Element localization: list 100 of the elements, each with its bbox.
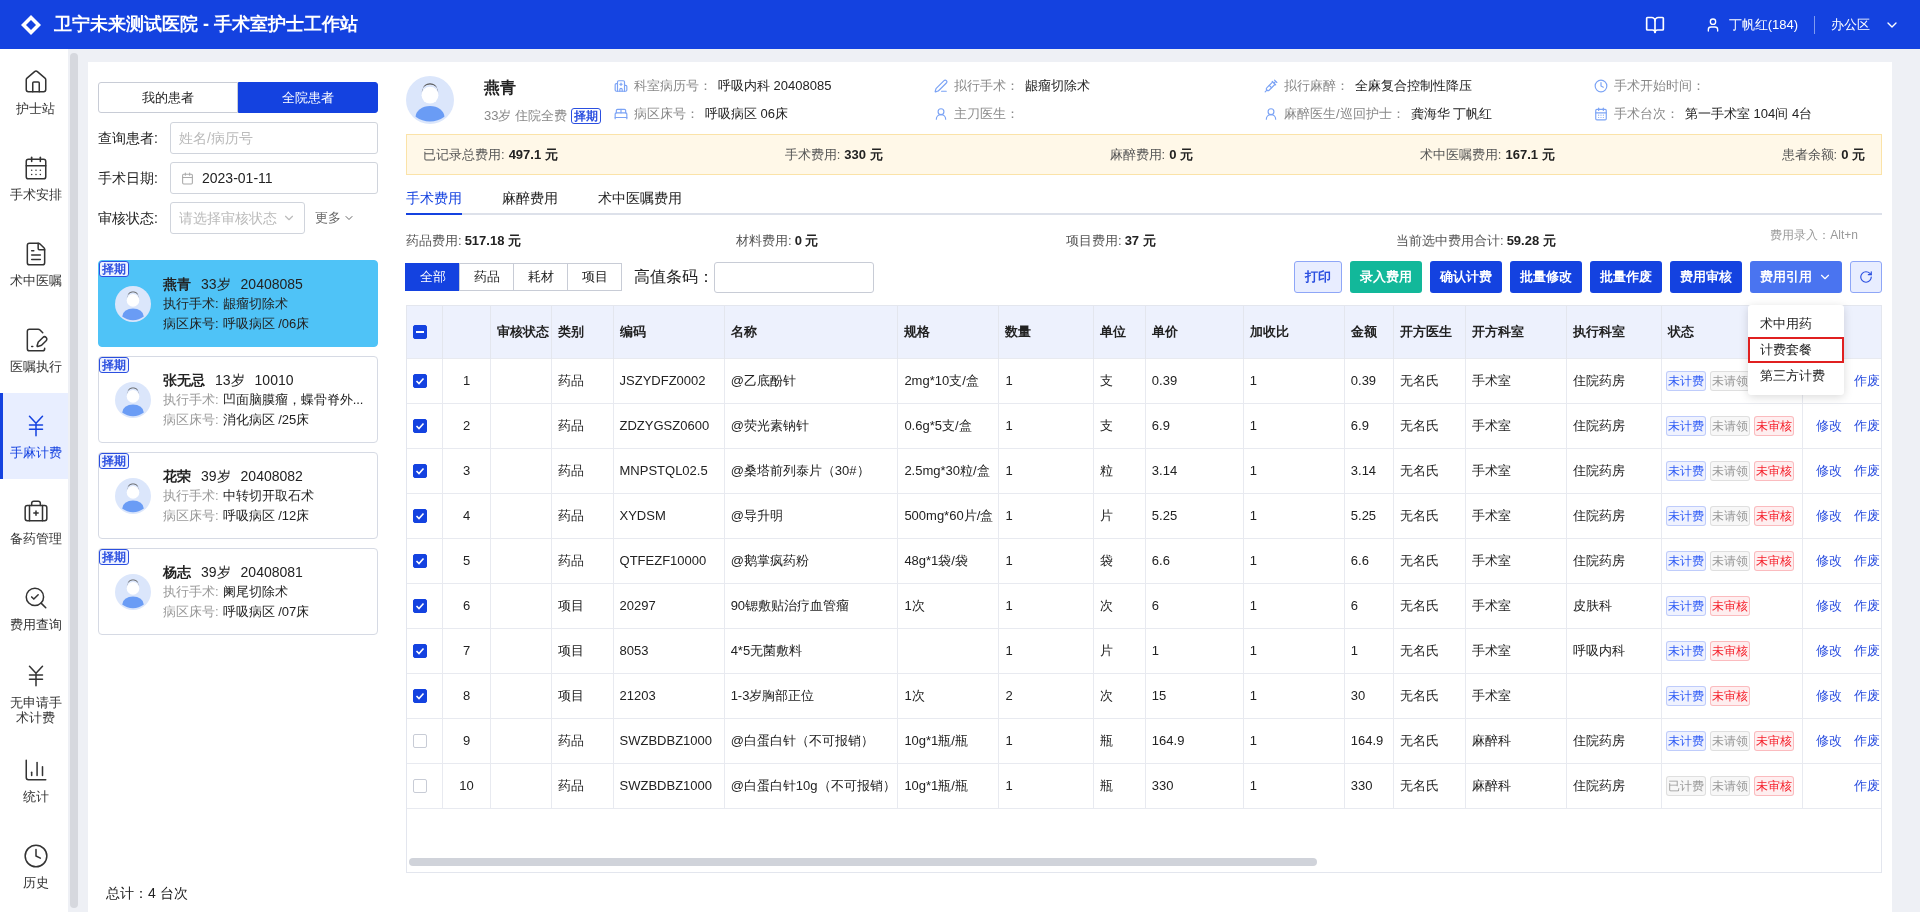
barcode-field[interactable] (714, 261, 874, 293)
avatar-icon (115, 285, 151, 322)
row-action-link[interactable]: 作废 (1854, 685, 1880, 706)
table-cell: 支 (1100, 372, 1114, 388)
total-count: 总计：4 台次 (106, 884, 189, 903)
checkbox[interactable] (413, 553, 427, 568)
nav-item[interactable]: 统计 (0, 737, 68, 823)
checkmark-icon (415, 510, 425, 521)
checkbox[interactable] (413, 418, 427, 433)
more-button[interactable]: 更多 (315, 208, 355, 228)
status-tag: 未计费 (1665, 460, 1706, 481)
info-label: 科室病历号： (634, 77, 712, 96)
category-filter[interactable]: 全部 (405, 263, 460, 291)
menu-item[interactable]: 计费套餐 (1748, 337, 1844, 363)
workspace-label[interactable]: 办公区 (1831, 14, 1870, 35)
table-cell: 2mg*10支/盒 (904, 372, 979, 388)
table-cell: 5.25 (1151, 507, 1178, 523)
nav-item[interactable]: 历史 (0, 823, 68, 909)
toolbar-button[interactable]: 打印 (1294, 261, 1342, 293)
ward-bed: 呼吸病区 /12床 (222, 506, 310, 525)
row-action-link[interactable]: 修改 (1816, 460, 1842, 481)
nav-item[interactable]: 备药管理 (0, 479, 68, 565)
row-action-link[interactable]: 作废 (1854, 370, 1880, 391)
nav-item[interactable]: 护士站 (0, 49, 68, 135)
patient-card[interactable]: 择期 花荣 39岁 20408082 执行手术: 中转切开取石术 病区床号: 呼吸病区 /12床 (98, 452, 378, 539)
user-name[interactable]: 丁帆红(184) (1728, 14, 1798, 35)
checkbox[interactable] (413, 643, 427, 658)
column-header: 执行科室 (1566, 306, 1662, 358)
fee-label: 患者余额: (1781, 145, 1838, 164)
surgery-name: 龈瘤切除术 (222, 294, 288, 313)
nav-item[interactable]: 手麻计费 (0, 393, 68, 479)
patient-card[interactable]: 择期 燕青 33岁 20408085 执行手术: 龈瘤切除术 病区床号: 呼吸病区 /06床 (98, 260, 378, 347)
ward-bed: 呼吸病区 /06床 (222, 314, 310, 333)
row-index: 4 (442, 493, 491, 538)
row-action-link[interactable]: 作废 (1854, 595, 1880, 616)
summary-label: 药品费用: (406, 232, 462, 251)
summary-value: 0 元 (794, 232, 819, 251)
table-cell: 呼吸内科 (1573, 642, 1625, 658)
table-cell: 住院药房 (1573, 552, 1625, 568)
info-label: 手术台次： (1614, 105, 1679, 124)
column-header: 数量 (998, 306, 1094, 358)
status-tag: 未计费 (1665, 640, 1706, 661)
checkmark-icon (415, 555, 425, 566)
row-action-link[interactable]: 修改 (1816, 550, 1842, 571)
toolbar-button[interactable]: 批量修改 (1510, 261, 1582, 293)
fee-tab[interactable]: 手术费用 (406, 183, 462, 215)
row-action-link[interactable]: 修改 (1816, 640, 1842, 661)
row-action-link[interactable]: 修改 (1816, 505, 1842, 526)
status-tag: 未计费 (1665, 730, 1706, 751)
fee-tab[interactable]: 术中医嘱费用 (598, 183, 682, 215)
row-action-link[interactable]: 作废 (1854, 640, 1880, 661)
toolbar-button[interactable]: 费用审核 (1670, 261, 1742, 293)
toolbar-button[interactable]: 批量作废 (1590, 261, 1662, 293)
status-tag: 未计费 (1665, 550, 1706, 571)
nav-item[interactable]: 医嘱执行 (0, 307, 68, 393)
checkbox[interactable] (413, 688, 427, 703)
row-action-link[interactable]: 作废 (1854, 730, 1880, 751)
scope-tab[interactable]: 全院患者 (238, 82, 378, 113)
row-action-link[interactable]: 作废 (1854, 550, 1880, 571)
status-tag: 未审核 (1753, 415, 1794, 436)
nav-item[interactable]: 手术安排 (0, 135, 68, 221)
table-cell: 手术室 (1472, 462, 1511, 478)
row-action-link[interactable]: 作废 (1854, 775, 1880, 796)
toolbar-button[interactable]: 费用引用 (1750, 261, 1842, 293)
row-action-link[interactable]: 修改 (1816, 730, 1842, 751)
row-index: 9 (442, 718, 491, 763)
toolbar-button[interactable]: 确认计费 (1430, 261, 1502, 293)
fee-tab[interactable]: 麻醉费用 (502, 183, 558, 215)
row-action-link[interactable]: 修改 (1816, 415, 1842, 436)
table-cell: 0.6g*5支/盒 (904, 417, 972, 433)
checkbox[interactable] (413, 373, 427, 388)
patient-search-field[interactable]: 姓名/病历号 (170, 122, 378, 154)
category-filter[interactable]: 耗材 (513, 263, 568, 291)
patient-card[interactable]: 择期 张无忌 13岁 10010 执行手术: 凹面脑膜瘤，蝶骨脊外... 病区床号: 消化病区 /25床 (98, 356, 378, 443)
date-field[interactable]: 2023-01-11 (170, 162, 378, 194)
nav-item[interactable]: 术中医嘱 (0, 221, 68, 307)
table-cell: 6.6 (1350, 552, 1369, 568)
category-filter[interactable]: 项目 (567, 263, 622, 291)
refresh-button[interactable] (1850, 261, 1882, 293)
schedule-badge: 择期 (99, 261, 129, 277)
table-cell: 无名氏 (1400, 417, 1440, 433)
checkbox[interactable] (413, 508, 427, 523)
category-filter[interactable]: 药品 (459, 263, 514, 291)
checkbox[interactable] (413, 324, 427, 339)
checkbox[interactable] (413, 598, 427, 613)
patient-card[interactable]: 择期 杨志 39岁 20408081 执行手术: 阑尾切除术 病区床号: 呼吸病区 /07床 (98, 548, 378, 635)
menu-item[interactable]: 第三方计费 (1748, 363, 1844, 389)
nav-item[interactable]: 费用查询 (0, 565, 68, 651)
fee-value: 330 元 (844, 145, 883, 164)
row-action-link[interactable]: 作废 (1854, 505, 1880, 526)
nav-item[interactable]: 无申请手术计费 (0, 651, 68, 737)
row-action-link[interactable]: 作废 (1854, 415, 1880, 436)
row-action-link[interactable]: 作废 (1854, 460, 1880, 481)
summary-label: 当前选中费用合计: (1396, 232, 1504, 251)
checkbox[interactable] (413, 463, 427, 478)
table-cell: 15 (1151, 687, 1167, 703)
scope-tab[interactable]: 我的患者 (98, 82, 238, 113)
row-action-link[interactable]: 修改 (1816, 685, 1842, 706)
book-icon[interactable] (1644, 14, 1665, 35)
row-action-link[interactable]: 修改 (1816, 595, 1842, 616)
